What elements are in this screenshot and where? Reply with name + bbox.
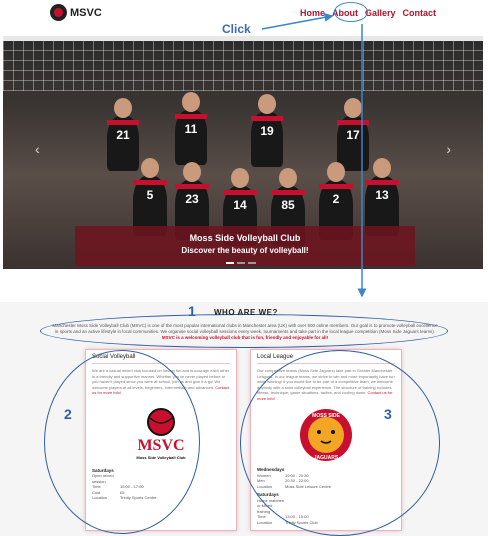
page: MSVC Home About Gallery Contact Click 21… [0, 0, 488, 536]
about-text: Manchester Moss Side Volleyball Club (MS… [52, 323, 438, 334]
carousel-next-icon[interactable]: › [446, 141, 451, 157]
carousel-prev-icon[interactable]: ‹ [35, 141, 40, 157]
nav-link-home[interactable]: Home [300, 8, 325, 18]
nav-link-gallery[interactable]: Gallery [365, 8, 396, 18]
carousel-indicator[interactable] [237, 262, 245, 264]
site-logo[interactable]: MSVC [50, 4, 102, 21]
about-heading: WHO ARE WE? [214, 308, 278, 317]
about-section: 1 WHO ARE WE? Manchester Moss Side Volle… [0, 302, 488, 536]
player-figure: 21 [107, 98, 139, 171]
nav-link-contact[interactable]: Contact [403, 8, 437, 18]
volleyball-logo-icon [50, 4, 67, 21]
carousel-indicator[interactable] [226, 262, 234, 264]
player-figure: 19 [251, 94, 283, 167]
annotation-number-1: 1 [188, 303, 196, 319]
nav-links: Home About Gallery Contact [300, 8, 436, 18]
annotation-about-circle [334, 2, 368, 22]
hero-caption-subtitle: Discover the beauty of volleyball! [181, 246, 309, 255]
carousel-indicators [226, 262, 256, 264]
hero-caption: Moss Side Volleyball Club Discover the b… [75, 226, 415, 266]
about-highlight: MSVC is a welcoming volleyball club that… [161, 335, 329, 340]
player-figure: 17 [337, 98, 369, 171]
annotation-ellipse-2 [44, 350, 200, 534]
annotation-click-label: Click [222, 22, 251, 36]
annotation-number-3: 3 [384, 406, 392, 422]
annotation-number-2: 2 [64, 406, 72, 422]
hero-caption-title: Moss Side Volleyball Club [189, 233, 301, 243]
about-paragraph: Manchester Moss Side Volleyball Club (MS… [52, 323, 438, 341]
logo-text: MSVC [70, 6, 102, 19]
carousel-indicator[interactable] [248, 262, 256, 264]
annotation-ellipse-3 [240, 350, 440, 536]
hero-carousel: 21 11 19 17 5 23 14 85 2 13 ‹ › Moss Sid… [3, 36, 483, 269]
player-figure: 11 [175, 92, 207, 165]
